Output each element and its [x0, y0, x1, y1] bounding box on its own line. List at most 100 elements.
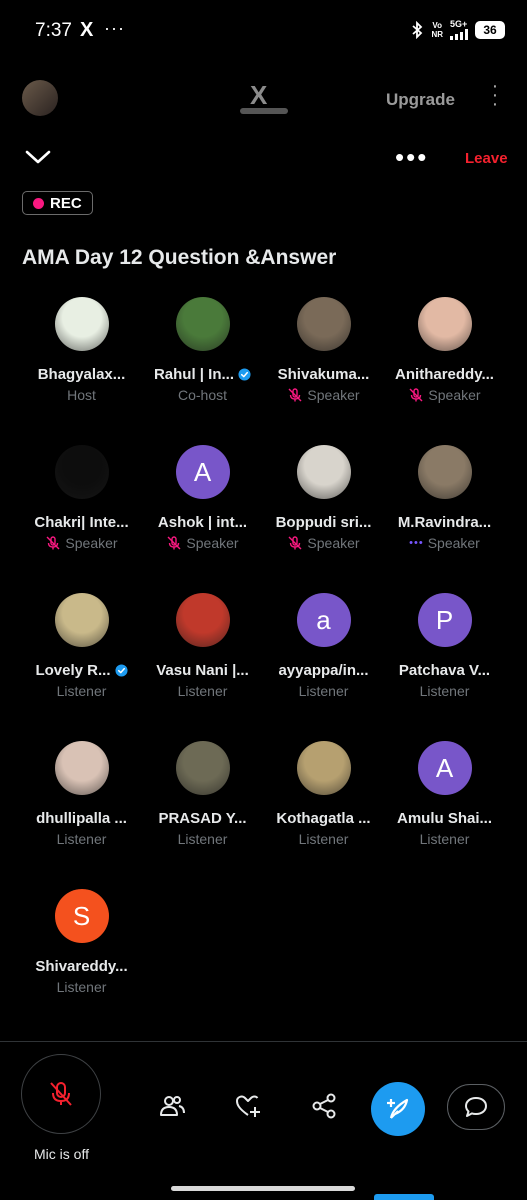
participant-role-row: Speaker — [166, 535, 239, 551]
participant-avatar[interactable] — [54, 741, 109, 795]
participant-role: Listener — [419, 831, 470, 847]
participant-avatar[interactable]: a — [296, 593, 351, 647]
participant-role: Listener — [419, 683, 470, 699]
heart-add-icon — [236, 1095, 260, 1117]
participant-tile[interactable]: dhullipalla ... Listener — [21, 741, 142, 889]
participant-tile[interactable]: Rahul | In... Co-host — [142, 297, 263, 445]
participant-avatar[interactable]: A — [175, 445, 230, 499]
reactions-button[interactable] — [232, 1090, 264, 1122]
status-bar: 7:37 X ··· Vo NR 5G+ 36 — [0, 0, 527, 62]
participant-role-row: Listener — [420, 831, 470, 847]
leave-button[interactable]: Leave — [465, 150, 508, 167]
participant-name: Shivareddy... — [35, 958, 128, 975]
mic-off-icon — [50, 1082, 72, 1106]
participant-name-row: ayyappa/in... — [278, 662, 368, 679]
participant-name: Kothagatla ... — [276, 810, 371, 827]
participant-name: Bhagyalax... — [37, 366, 126, 383]
participant-avatar[interactable] — [54, 297, 109, 351]
people-icon — [160, 1096, 185, 1116]
mic-status-label: Mic is off — [34, 1146, 89, 1162]
participant-name: Shivakuma... — [277, 366, 370, 383]
home-indicator[interactable] — [171, 1186, 355, 1191]
participant-tile[interactable]: S Shivareddy... Listener — [21, 889, 142, 1037]
participant-tile[interactable]: P Patchava V... Listener — [384, 593, 505, 741]
participant-tile[interactable]: Anithareddy... Speaker — [384, 297, 505, 445]
mic-muted-icon — [409, 388, 423, 402]
participant-name: PRASAD Y... — [158, 810, 247, 827]
participant-avatar[interactable] — [54, 445, 109, 499]
participant-avatar[interactable] — [175, 297, 230, 351]
rec-label: REC — [50, 194, 82, 212]
participant-name-row: Chakri| Inte... — [34, 514, 128, 531]
participant-tile[interactable]: Bhagyalax... Host — [21, 297, 142, 445]
participant-avatar[interactable] — [175, 741, 230, 795]
participant-avatar[interactable] — [54, 593, 109, 647]
participant-tile[interactable]: Kothagatla ... Listener — [263, 741, 384, 889]
participants-grid: Bhagyalax... Host Rahul | In... Co-host Shiv… — [21, 297, 506, 1037]
participant-role: Listener — [56, 683, 107, 699]
share-button[interactable] — [308, 1090, 340, 1122]
participant-avatar[interactable] — [296, 297, 351, 351]
account-avatar[interactable] — [22, 80, 58, 116]
participant-tile[interactable]: Lovely R... Listener — [21, 593, 142, 741]
participant-avatar[interactable] — [417, 297, 472, 351]
participant-name: Patchava V... — [398, 662, 491, 679]
participant-name-row: Anithareddy... — [395, 366, 494, 383]
participant-tile[interactable]: M.Ravindra... ••• Speaker — [384, 445, 505, 593]
verified-badge-icon — [238, 368, 251, 381]
mic-muted-icon — [167, 536, 181, 550]
participant-avatar[interactable]: P — [417, 593, 472, 647]
participant-name-row: Amulu Shai... — [397, 810, 492, 827]
participant-avatar[interactable] — [296, 741, 351, 795]
more-options-icon[interactable]: ••• — [395, 142, 428, 173]
participant-name-row: Lovely R... — [35, 662, 128, 679]
record-dot-icon — [33, 197, 44, 209]
participants-button[interactable] — [156, 1090, 188, 1122]
participant-tile[interactable]: A Ashok | int... Speaker — [142, 445, 263, 593]
drag-handle[interactable] — [240, 108, 288, 114]
upgrade-link[interactable]: Upgrade — [386, 90, 455, 110]
participant-avatar[interactable]: A — [417, 741, 472, 795]
battery-icon: 36 — [475, 21, 505, 39]
participant-tile[interactable]: Shivakuma... Speaker — [263, 297, 384, 445]
participant-tile[interactable]: Vasu Nani |... Listener — [142, 593, 263, 741]
mic-toggle-button[interactable] — [21, 1054, 101, 1134]
participant-name: Lovely R... — [35, 662, 111, 679]
participant-name-row: Shivareddy... — [35, 958, 127, 975]
mic-muted-icon — [288, 388, 302, 402]
participant-tile[interactable]: Chakri| Inte... Speaker — [21, 445, 142, 593]
participant-name-row: Shivakuma... — [278, 366, 370, 383]
participant-avatar[interactable] — [417, 445, 472, 499]
space-header: ••• Leave — [0, 140, 527, 180]
participant-avatar[interactable]: S — [54, 889, 109, 943]
participant-name-row: Rahul | In... — [154, 366, 251, 383]
mic-muted-icon — [46, 536, 60, 550]
comments-button[interactable] — [447, 1084, 505, 1130]
participant-role: Listener — [56, 979, 107, 995]
participant-tile[interactable]: PRASAD Y... Listener — [142, 741, 263, 889]
participant-role-row: Listener — [178, 831, 228, 847]
participant-role-row: Speaker — [287, 535, 360, 551]
participant-avatar[interactable] — [175, 593, 230, 647]
signal-icon — [450, 29, 468, 40]
participant-avatar[interactable] — [296, 445, 351, 499]
participant-role: Host — [67, 387, 96, 403]
participant-role: Speaker — [186, 535, 239, 551]
participant-role-row: Listener — [299, 683, 349, 699]
participant-name: Rahul | In... — [153, 366, 235, 383]
participant-tile[interactable]: a ayyappa/in... Listener — [263, 593, 384, 741]
network-type: 5G+ — [450, 19, 468, 29]
compose-post-button[interactable] — [371, 1082, 425, 1136]
participant-role: Listener — [298, 683, 349, 699]
speaking-indicator-icon: ••• — [409, 537, 424, 549]
overflow-menu-icon[interactable]: · · · — [490, 76, 500, 114]
participant-tile[interactable]: A Amulu Shai... Listener — [384, 741, 505, 889]
participant-tile[interactable]: Boppudi sri... Speaker — [263, 445, 384, 593]
participant-name: Anithareddy... — [395, 366, 494, 383]
participant-name: dhullipalla ... — [36, 810, 127, 827]
participant-role-row: Listener — [57, 683, 107, 699]
chevron-down-icon[interactable] — [24, 146, 52, 168]
participant-role-row: Speaker — [408, 387, 481, 403]
participant-role: Listener — [56, 831, 107, 847]
participant-name: Ashok | int... — [157, 514, 248, 531]
